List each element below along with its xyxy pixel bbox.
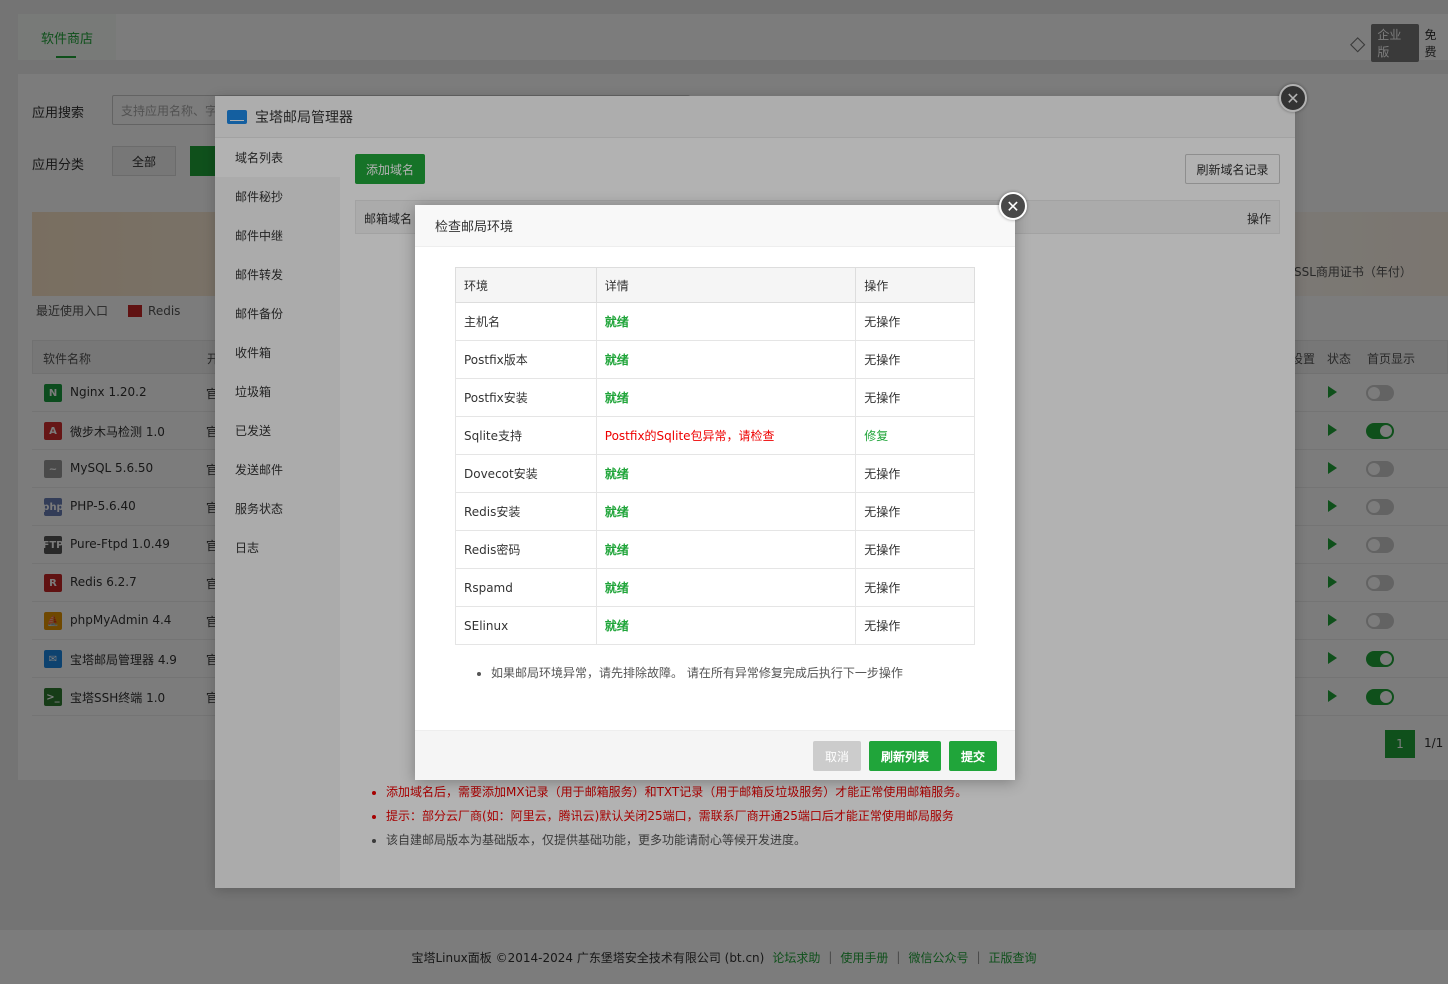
env-name: Postfix安装 bbox=[455, 378, 597, 417]
table-row: SElinux 就绪 无操作 bbox=[455, 606, 975, 645]
env-detail: 就绪 bbox=[595, 302, 857, 341]
env-name: Redis安装 bbox=[455, 492, 597, 531]
col-op: 操作 bbox=[855, 267, 975, 303]
env-action: 无操作 bbox=[855, 492, 975, 531]
check-env-dialog: 检查邮局环境 环境 详情 操作 主机名 就绪 无操作 Postfix版本 就绪 无操作 Po… bbox=[415, 205, 1015, 780]
env-tip-text: 如果邮局环境异常，请先排除故障。 请在所有异常修复完成后执行下一步操作 bbox=[491, 664, 903, 681]
env-name: Redis密码 bbox=[455, 530, 597, 569]
env-name: Sqlite支持 bbox=[455, 416, 597, 455]
table-row: Dovecot安装 就绪 无操作 bbox=[455, 454, 975, 493]
table-row: 主机名 就绪 无操作 bbox=[455, 302, 975, 341]
env-detail: 就绪 bbox=[595, 378, 857, 417]
env-detail: 就绪 bbox=[595, 606, 857, 645]
table-row: Rspamd 就绪 无操作 bbox=[455, 568, 975, 607]
table-row: Redis安装 就绪 无操作 bbox=[455, 492, 975, 531]
env-action: 无操作 bbox=[855, 454, 975, 493]
submit-button[interactable]: 提交 bbox=[949, 741, 997, 771]
cancel-button[interactable]: 取消 bbox=[813, 741, 861, 771]
check-env-title: 检查邮局环境 bbox=[415, 205, 1015, 247]
table-row: Postfix版本 就绪 无操作 bbox=[455, 340, 975, 379]
env-action: 无操作 bbox=[855, 302, 975, 341]
table-row: Postfix安装 就绪 无操作 bbox=[455, 378, 975, 417]
env-name: Rspamd bbox=[455, 568, 597, 607]
repair-link[interactable]: 修复 bbox=[855, 416, 975, 455]
env-action: 无操作 bbox=[855, 606, 975, 645]
env-action: 无操作 bbox=[855, 378, 975, 417]
env-detail: Postfix的Sqlite包异常，请检查 bbox=[595, 416, 857, 455]
env-name: 主机名 bbox=[455, 302, 597, 341]
env-action: 无操作 bbox=[855, 568, 975, 607]
check-env-close-icon[interactable]: ✕ bbox=[999, 192, 1027, 220]
table-row: Redis密码 就绪 无操作 bbox=[455, 530, 975, 569]
env-detail: 就绪 bbox=[595, 454, 857, 493]
table-row: Sqlite支持 Postfix的Sqlite包异常，请检查 修复 bbox=[455, 416, 975, 455]
col-detail: 详情 bbox=[595, 267, 857, 303]
env-name: Dovecot安装 bbox=[455, 454, 597, 493]
env-detail: 就绪 bbox=[595, 530, 857, 569]
col-env: 环境 bbox=[455, 267, 597, 303]
dialog-footer: 取消 刷新列表 提交 bbox=[415, 730, 1015, 780]
refresh-list-button[interactable]: 刷新列表 bbox=[869, 741, 941, 771]
env-name: SElinux bbox=[455, 606, 597, 645]
env-tip: 如果邮局环境异常，请先排除故障。 请在所有异常修复完成后执行下一步操作 bbox=[475, 664, 903, 681]
env-name: Postfix版本 bbox=[455, 340, 597, 379]
env-table: 环境 详情 操作 主机名 就绪 无操作 Postfix版本 就绪 无操作 Postfix安装… bbox=[455, 267, 975, 645]
env-detail: 就绪 bbox=[595, 568, 857, 607]
env-table-header: 环境 详情 操作 bbox=[455, 267, 975, 303]
env-detail: 就绪 bbox=[595, 340, 857, 379]
env-detail: 就绪 bbox=[595, 492, 857, 531]
env-action: 无操作 bbox=[855, 530, 975, 569]
env-action: 无操作 bbox=[855, 340, 975, 379]
